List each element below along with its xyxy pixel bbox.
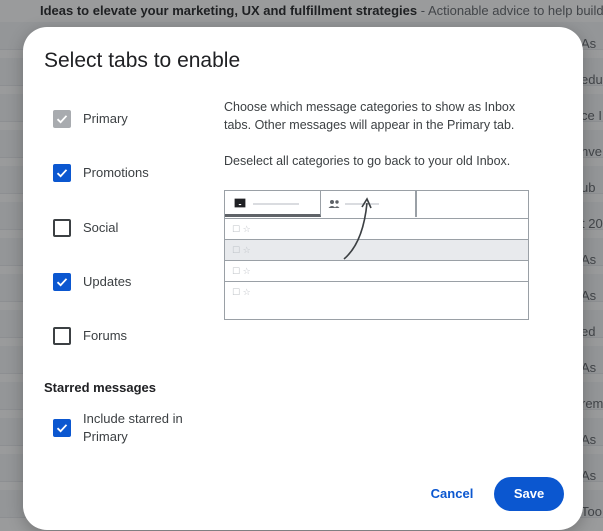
cancel-button[interactable]: Cancel	[427, 478, 477, 510]
check-icon	[56, 169, 68, 178]
description-categories: Choose which message categories to show …	[224, 100, 516, 132]
forums-label: Forums	[83, 328, 128, 343]
tabs-illustration: ☐ ☆ ☐ ☆ ☐ ☆ ☐ ☆	[224, 190, 529, 320]
check-icon	[56, 278, 68, 287]
check-icon	[56, 115, 68, 124]
description-deselect: Deselect all categories to go back to yo…	[224, 154, 511, 168]
primary-label: Primary	[83, 111, 128, 126]
check-icon	[56, 424, 68, 433]
include-starred-checkbox[interactable]	[53, 419, 71, 437]
include-starred-label: Include starred in Primary	[83, 411, 183, 444]
social-checkbox[interactable]	[53, 219, 71, 237]
social-label: Social	[83, 220, 119, 235]
starred-messages-heading: Starred messages	[44, 380, 157, 395]
updates-label: Updates	[83, 274, 132, 289]
drag-arrow-icon	[343, 197, 372, 260]
select-tabs-dialog: Select tabs to enable Primary Promotions…	[23, 27, 583, 530]
promotions-checkbox[interactable]	[53, 164, 71, 182]
primary-checkbox[interactable]	[53, 110, 71, 128]
updates-checkbox[interactable]	[53, 273, 71, 291]
save-button[interactable]: Save	[494, 477, 564, 511]
promotions-label: Promotions	[83, 165, 149, 180]
dialog-title: Select tabs to enable	[44, 49, 241, 72]
forums-checkbox[interactable]	[53, 327, 71, 345]
